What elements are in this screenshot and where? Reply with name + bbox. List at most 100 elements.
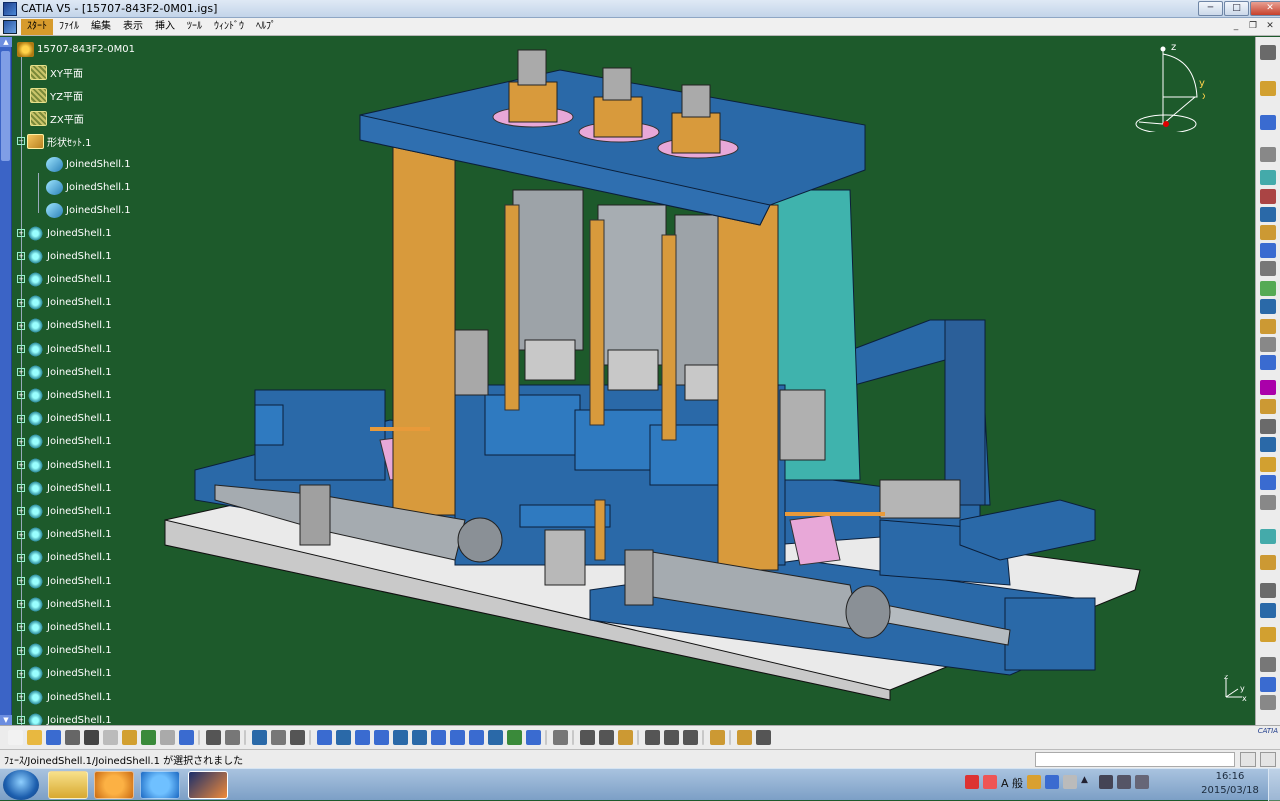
tree-item-joined-shell[interactable]: + JoinedShell.1 (17, 340, 112, 358)
expand-icon[interactable]: + (17, 229, 25, 237)
network-tray-icon[interactable] (1117, 775, 1132, 789)
tree-item-joined-shell[interactable]: + JoinedShell.1 (17, 642, 112, 660)
thread-icon[interactable] (1260, 419, 1276, 434)
tree-item-joined-shell[interactable]: + JoinedShell.1 (17, 502, 112, 520)
analysis-icon[interactable] (1260, 695, 1276, 710)
tree-item-joined-shell[interactable]: + JoinedShell.1 (17, 456, 112, 474)
fly-icon[interactable] (317, 730, 332, 745)
plane-icon[interactable] (1260, 115, 1276, 130)
tree-item-joined-shell[interactable]: + JoinedShell.1 (17, 618, 112, 636)
explorer-taskbar-icon[interactable] (48, 771, 88, 799)
command-stop-button[interactable] (1260, 752, 1276, 767)
expand-icon[interactable]: + (17, 321, 25, 330)
redo-icon[interactable] (160, 730, 175, 745)
menu-tools[interactable]: ﾂｰﾙ (181, 19, 208, 35)
expand-icon[interactable]: + (17, 553, 25, 562)
tree-item-joined-shell[interactable]: + JoinedShell.1 (17, 410, 112, 428)
alert-tray-icon[interactable] (983, 775, 997, 789)
catia-taskbar-icon[interactable] (188, 771, 228, 799)
pan-icon[interactable] (355, 730, 370, 745)
menu-insert[interactable]: 挿入 (149, 19, 181, 35)
start-button[interactable] (3, 770, 39, 800)
rotate-view-icon[interactable] (374, 730, 389, 745)
options-tray-icon[interactable] (1063, 775, 1078, 789)
axis-system-icon[interactable] (1260, 627, 1276, 642)
tree-item-joined-shell[interactable]: + JoinedShell.1 (17, 595, 112, 613)
tree-item-joined-shell[interactable]: JoinedShell.1 (46, 201, 131, 219)
open-icon[interactable] (27, 730, 42, 745)
menu-start[interactable]: ｽﾀｰﾄ (21, 18, 53, 35)
volume-tray-icon[interactable] (1135, 775, 1150, 789)
expand-icon[interactable]: + (17, 530, 25, 539)
pattern-icon[interactable] (1260, 495, 1276, 510)
flag-tray-icon[interactable] (1099, 775, 1114, 789)
expand-icon[interactable]: + (17, 368, 25, 377)
expand-icon[interactable]: + (17, 252, 25, 261)
tree-item-joined-shell[interactable]: JoinedShell.1 (46, 155, 131, 173)
expand-icon[interactable]: + (17, 461, 25, 469)
measure-between-icon[interactable] (580, 730, 595, 745)
expand-icon[interactable]: + (17, 600, 25, 609)
tree-item-joined-shell[interactable]: + JoinedShell.1 (17, 386, 112, 404)
tree-item-joined-shell[interactable]: + JoinedShell.1 (17, 433, 112, 451)
stiffener-icon[interactable] (1260, 261, 1276, 276)
point-icon[interactable] (1260, 657, 1276, 672)
chamfer-icon[interactable] (1260, 337, 1276, 352)
tree-item-joined-shell[interactable]: + JoinedShell.1 (17, 224, 112, 242)
new-icon[interactable] (8, 730, 23, 745)
iso-view-icon[interactable] (469, 730, 484, 745)
select-icon[interactable] (1260, 81, 1276, 96)
menu-file[interactable]: ﾌｧｲﾙ (53, 19, 85, 35)
menu-window[interactable]: ｳｨﾝﾄﾞｳ (208, 19, 250, 35)
split-icon[interactable] (1260, 603, 1276, 618)
catalog-icon[interactable] (683, 730, 698, 745)
tray-expand-icon[interactable]: ▲ (1081, 775, 1095, 789)
expand-icon[interactable]: + (17, 298, 25, 307)
whats-this-icon[interactable] (179, 730, 194, 745)
paste-icon[interactable] (122, 730, 137, 745)
menu-view[interactable]: 表示 (117, 19, 149, 35)
tree-scrollbar[interactable]: ▲ ▼ (0, 37, 12, 725)
expand-icon[interactable]: + (17, 414, 25, 423)
fillet-icon[interactable] (1260, 319, 1276, 334)
boolean-icon[interactable] (1260, 555, 1276, 570)
expand-icon[interactable]: + (17, 716, 25, 725)
rotate-icon[interactable] (1260, 457, 1276, 472)
scroll-thumb[interactable] (1, 51, 10, 161)
tree-item-joined-shell[interactable]: JoinedShell.1 (46, 178, 131, 196)
media-player-taskbar-icon[interactable] (94, 771, 134, 799)
tree-item-geometric-set[interactable]: − 形状ｾｯﾄ.1 (17, 132, 92, 150)
taskbar-clock[interactable]: 16:16 2015/03/18 (1200, 770, 1260, 798)
tree-item-joined-shell[interactable]: + JoinedShell.1 (17, 549, 112, 567)
update-icon[interactable] (553, 730, 568, 745)
expand-icon[interactable]: + (17, 669, 25, 678)
tree-item-joined-shell[interactable]: + JoinedShell.1 (17, 247, 112, 265)
internet-explorer-taskbar-icon[interactable] (140, 771, 180, 799)
knowledge-icon[interactable] (664, 730, 679, 745)
help-tray-icon[interactable] (1045, 775, 1060, 789)
maximize-button[interactable]: □ (1224, 1, 1249, 16)
tree-item-joined-shell[interactable]: + JoinedShell.1 (17, 479, 112, 497)
ime-tool-icon[interactable] (1027, 775, 1042, 789)
tree-item-joined-shell[interactable]: + JoinedShell.1 (17, 363, 112, 381)
expand-icon[interactable]: + (17, 507, 25, 516)
hide-icon[interactable] (507, 730, 522, 745)
tree-item-joined-shell[interactable]: + JoinedShell.1 (17, 665, 112, 683)
shell-icon[interactable] (1260, 380, 1276, 395)
expand-icon[interactable]: + (17, 646, 25, 655)
3d-viewport[interactable]: z y x z y x (0, 37, 1255, 725)
tree-item-xy-plane[interactable]: XY平面 (30, 63, 83, 81)
translate-icon[interactable] (1260, 437, 1276, 452)
loft-icon[interactable] (1260, 281, 1276, 296)
expand-icon[interactable]: + (17, 623, 25, 632)
normal-view-icon[interactable] (431, 730, 446, 745)
render-icon[interactable] (710, 730, 725, 745)
document-menu-icon[interactable] (3, 19, 17, 34)
catia-app-icon[interactable] (3, 1, 17, 16)
thickness-icon[interactable] (1260, 399, 1276, 414)
print-icon[interactable] (65, 730, 80, 745)
expand-icon[interactable]: + (17, 693, 25, 701)
tree-root[interactable]: 15707-843F2-0M01 (17, 40, 135, 58)
measure-icon[interactable] (1260, 677, 1276, 692)
command-input[interactable] (1035, 752, 1235, 767)
